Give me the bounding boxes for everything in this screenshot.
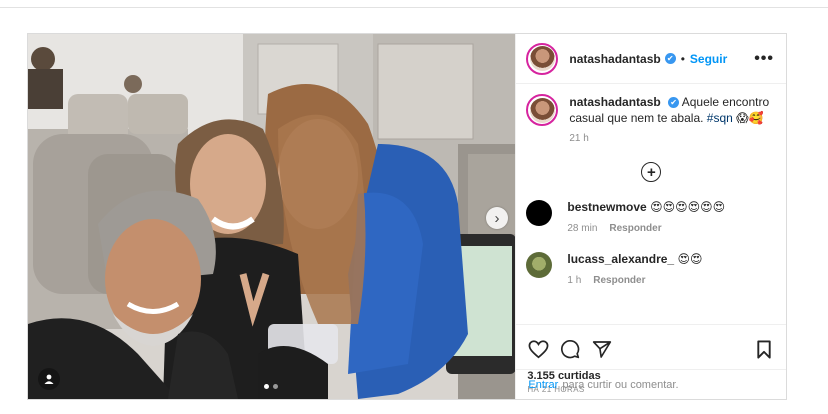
login-prompt: para curtir ou comentar. [562, 378, 679, 391]
selfie-photo [28, 34, 516, 399]
next-photo-button[interactable]: › [486, 207, 508, 229]
comment-bubble-icon[interactable] [559, 338, 581, 360]
caption-author-avatar[interactable] [526, 94, 559, 126]
commenter-avatar[interactable] [526, 200, 553, 226]
commenter-username[interactable]: lucass_alexandre_ [567, 252, 674, 266]
reply-button[interactable]: Responder [593, 275, 645, 286]
user-tag-icon [44, 374, 54, 384]
comment-time: 28 min [567, 223, 598, 234]
carousel-dot [273, 384, 278, 389]
chevron-right-icon: › [494, 209, 500, 227]
comment-time: 1 h [567, 275, 582, 286]
like-heart-icon[interactable] [527, 338, 549, 360]
caption-emoji: 😱🥰 [736, 111, 764, 125]
tagged-users-button[interactable] [38, 368, 60, 390]
plus-circle-icon[interactable]: + [641, 162, 662, 182]
author-avatar[interactable] [526, 42, 559, 75]
load-more-comments: + [516, 162, 786, 182]
comment-item: lucass_alexandre_ 😍😍 1 h Responder [516, 252, 786, 286]
login-link[interactable]: Entrar [528, 379, 558, 391]
share-send-icon[interactable] [591, 338, 613, 360]
top-divider [0, 7, 828, 8]
login-to-comment: Entrar para curtir ou comentar. [516, 369, 787, 399]
verified-badge-icon: ✔ [664, 53, 676, 64]
post-sidebar: natashadantasb ✔ • Seguir ••• natashadan… [515, 34, 787, 399]
follow-button[interactable]: Seguir [690, 52, 727, 66]
reply-button[interactable]: Responder [609, 223, 661, 234]
instagram-post: › natashadantasb ✔ • Seguir ••• natashad… [27, 33, 787, 400]
comment-text: 😍😍 [677, 252, 703, 266]
carousel-dot-active [264, 384, 269, 389]
caption-text: natashadantasb ✔ Aquele encontro casual … [569, 94, 769, 126]
comment-item: bestnewmove 😍😍😍😍😍😍 28 min Responder [516, 200, 786, 234]
post-photo[interactable]: › [28, 34, 516, 399]
verified-badge-icon: ✔ [668, 97, 680, 109]
more-options-icon[interactable]: ••• [754, 50, 774, 68]
author-username[interactable]: natashadantasb [569, 52, 660, 66]
action-bar [516, 325, 786, 361]
caption-username[interactable]: natashadantasb [569, 95, 660, 109]
commenter-avatar[interactable] [526, 252, 553, 278]
bookmark-icon[interactable] [753, 338, 775, 360]
separator-dot: • [680, 51, 685, 66]
comments-section[interactable]: natashadantasb ✔ Aquele encontro casual … [516, 84, 786, 324]
caption-hashtag[interactable]: #sqn [707, 111, 733, 125]
commenter-username[interactable]: bestnewmove [567, 200, 646, 214]
caption: natashadantasb ✔ Aquele encontro casual … [516, 84, 786, 144]
carousel-indicator [264, 384, 278, 389]
caption-time: 21 h [569, 133, 589, 144]
post-header: natashadantasb ✔ • Seguir ••• [516, 34, 786, 84]
comment-text: 😍😍😍😍😍😍 [650, 200, 726, 214]
